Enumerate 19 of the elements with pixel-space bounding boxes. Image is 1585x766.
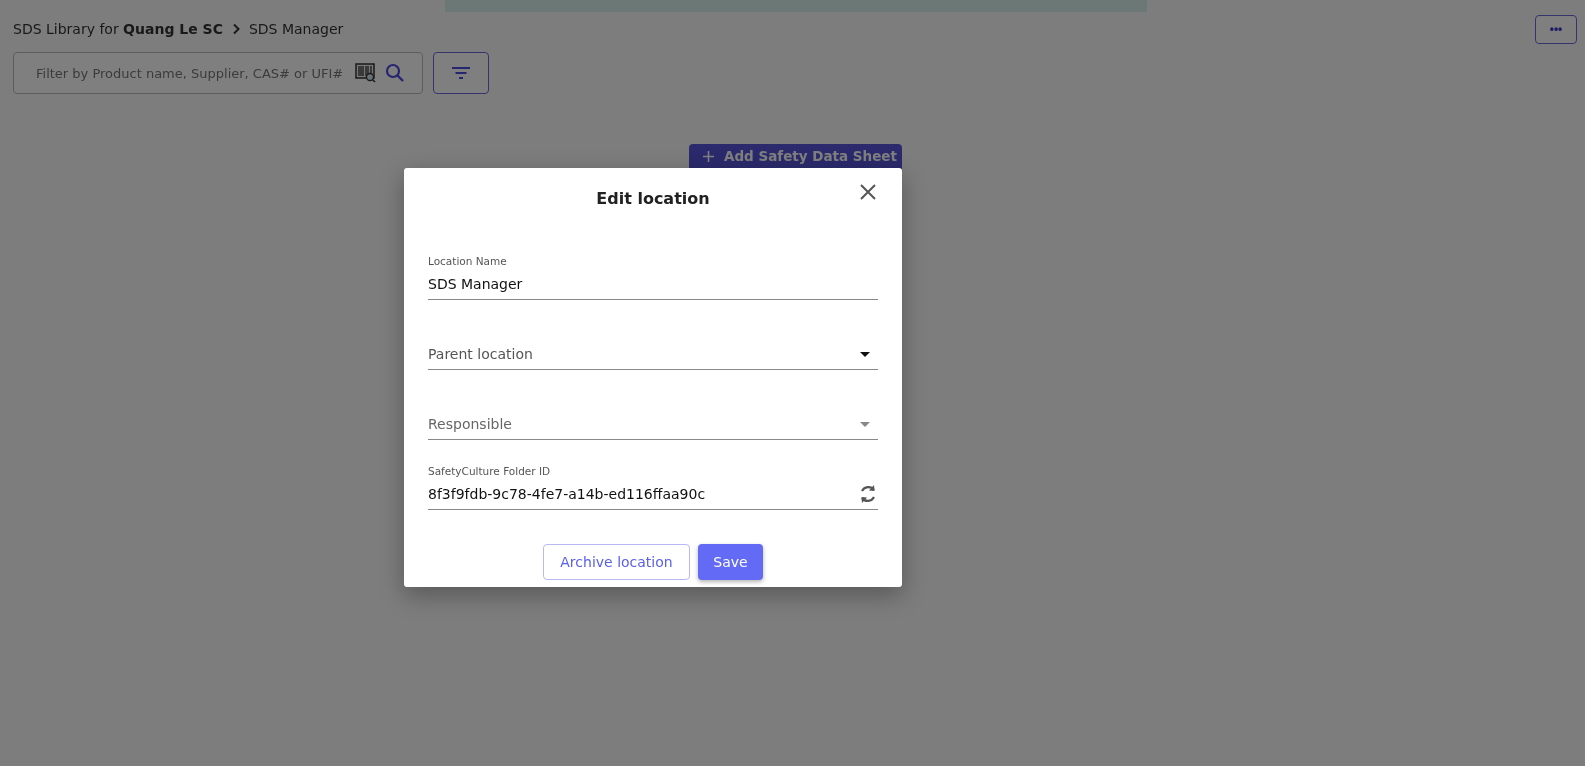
plus-icon (703, 151, 714, 162)
barcode-scan-icon[interactable] (355, 63, 377, 83)
dropdown-caret-icon (860, 351, 870, 357)
text-field[interactable]: SafetyCulture Folder ID 8f3f9fdb-9c78-4fe7-a14b-ed116ffaa90c (428, 454, 878, 510)
archive-location-button[interactable]: Archive location (543, 544, 690, 580)
dropdown-caret-icon (860, 421, 870, 427)
breadcrumb-link[interactable]: SDS Library for Quang Le SC (13, 21, 223, 37)
dialog-title: Edit location (596, 188, 710, 208)
search-icon[interactable] (385, 63, 405, 83)
more-button[interactable]: ••• (1535, 14, 1577, 44)
filter-button[interactable] (433, 52, 489, 94)
search-field[interactable]: Filter by Product name, Supplier, CAS# or UFI# (13, 52, 423, 94)
save-button[interactable]: Save (698, 544, 763, 580)
refresh-icon[interactable] (858, 483, 878, 505)
text-field[interactable]: Location Name SDS Manager (428, 244, 878, 300)
close-icon[interactable] (860, 184, 876, 200)
select-field[interactable]: Parent location (428, 314, 878, 370)
breadcrumb-current: SDS Manager (248, 21, 344, 37)
filter-icon (451, 66, 471, 80)
